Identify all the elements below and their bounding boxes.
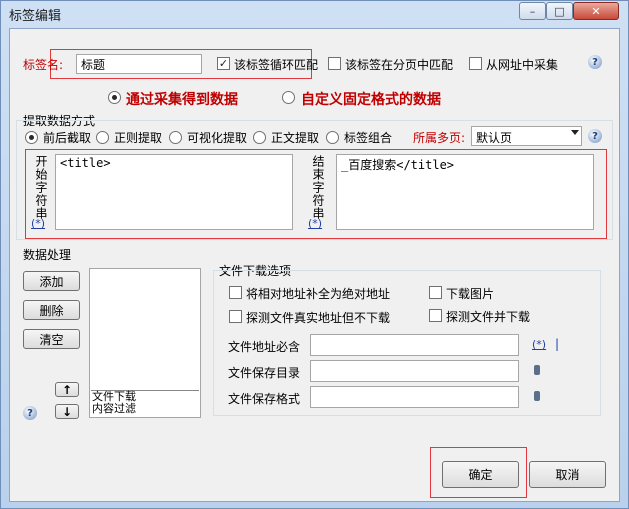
detect-download-label: 探测文件并下载 — [446, 310, 531, 324]
extract-method-label-0: 前后截取 — [43, 131, 92, 145]
start-string-textarea[interactable]: <title> — [55, 154, 293, 230]
url-contain-separator: | — [555, 337, 560, 351]
custom-radio[interactable] — [282, 91, 295, 104]
from-url-checkbox[interactable] — [469, 57, 482, 70]
download-images-checkbox[interactable] — [429, 286, 442, 299]
page-select[interactable]: 默认页 — [471, 126, 582, 146]
tagname-label: 标签名: — [23, 58, 64, 72]
add-button[interactable]: 添加 — [23, 271, 80, 291]
maximize-button[interactable]: □ — [546, 2, 573, 20]
url-contain-star[interactable]: (*) — [532, 338, 546, 351]
start-string-label: 开始字符串 — [34, 155, 48, 220]
help-icon[interactable]: ? — [23, 406, 37, 420]
extract-method-radio-0[interactable] — [25, 131, 38, 144]
url-contain-input[interactable] — [310, 334, 519, 356]
title-bar[interactable]: 标签编辑 – □ ✕ — [1, 1, 628, 25]
extract-method-radio-3[interactable] — [253, 131, 266, 144]
detect-no-download-checkbox[interactable] — [229, 310, 242, 323]
ok-button[interactable]: 确定 — [442, 461, 519, 488]
save-dir-label: 文件保存目录 — [228, 366, 301, 380]
extract-method-label-1: 正则提取 — [114, 131, 163, 145]
delete-button[interactable]: 删除 — [23, 300, 80, 320]
page-select-label: 所属多页: — [413, 131, 466, 145]
save-dir-input[interactable] — [310, 360, 519, 382]
save-format-input[interactable] — [310, 386, 519, 408]
abs-path-label: 将相对地址补全为绝对地址 — [246, 287, 391, 301]
close-icon: ✕ — [591, 4, 601, 18]
collect-radio[interactable] — [108, 91, 121, 104]
end-string-textarea[interactable]: _百度搜索</title> — [336, 154, 594, 230]
extract-method-label-3: 正文提取 — [271, 131, 320, 145]
detect-download-checkbox[interactable] — [429, 309, 442, 322]
url-contain-label: 文件地址必含 — [228, 340, 301, 354]
move-up-button[interactable]: ↑ — [55, 382, 79, 397]
close-button[interactable]: ✕ — [573, 2, 619, 20]
loop-match-checkbox[interactable]: ✓ — [217, 57, 230, 70]
collect-radio-label: 通过采集得到数据 — [126, 92, 238, 108]
dialog-body: 标签名: ✓ 该标签循环匹配 该标签在分页中匹配 从网址中采集 ? 通过采集得到… — [9, 28, 620, 502]
clear-button[interactable]: 清空 — [23, 329, 80, 349]
page-select-value: 默认页 — [476, 131, 513, 145]
end-string-label: 结束字符串 — [311, 155, 325, 220]
loop-match-label: 该标签循环匹配 — [234, 58, 319, 72]
extract-method-label-4: 标签组合 — [344, 131, 393, 145]
from-url-label: 从网址中采集 — [486, 58, 559, 72]
download-images-label: 下载图片 — [446, 287, 495, 301]
pin-icon[interactable] — [534, 391, 540, 401]
processing-list[interactable]: 文件下载 内容过滤 — [89, 268, 201, 418]
custom-radio-label: 自定义固定格式的数据 — [301, 92, 441, 108]
abs-path-checkbox[interactable] — [229, 286, 242, 299]
chevron-down-icon — [571, 130, 579, 135]
extract-method-label-2: 可视化提取 — [187, 131, 248, 145]
minimize-icon: – — [529, 4, 536, 18]
processing-title: 数据处理 — [23, 248, 72, 262]
start-string-star[interactable]: (*) — [31, 217, 45, 230]
list-item[interactable]: 内容过滤 — [92, 403, 136, 415]
extract-method-radio-1[interactable] — [96, 131, 109, 144]
in-pages-checkbox[interactable] — [328, 57, 341, 70]
minimize-button[interactable]: – — [519, 2, 546, 20]
extract-method-radio-4[interactable] — [326, 131, 339, 144]
help-icon[interactable]: ? — [588, 55, 602, 69]
help-icon[interactable]: ? — [588, 129, 602, 143]
window-title: 标签编辑 — [9, 9, 62, 24]
in-pages-label: 该标签在分页中匹配 — [345, 58, 454, 72]
save-format-label: 文件保存格式 — [228, 392, 301, 406]
move-down-button[interactable]: ↓ — [55, 404, 79, 419]
pin-icon[interactable] — [534, 365, 540, 375]
cancel-button[interactable]: 取消 — [529, 461, 606, 488]
tagname-input[interactable] — [76, 54, 202, 74]
detect-no-download-label: 探测文件真实地址但不下载 — [246, 311, 391, 325]
end-string-star[interactable]: (*) — [308, 217, 322, 230]
tag-edit-window: 标签编辑 – □ ✕ 标签名: ✓ 该标签循环匹配 该标签在分页中匹配 从网址中… — [0, 0, 629, 509]
maximize-icon: □ — [554, 4, 565, 18]
extract-method-radio-2[interactable] — [169, 131, 182, 144]
